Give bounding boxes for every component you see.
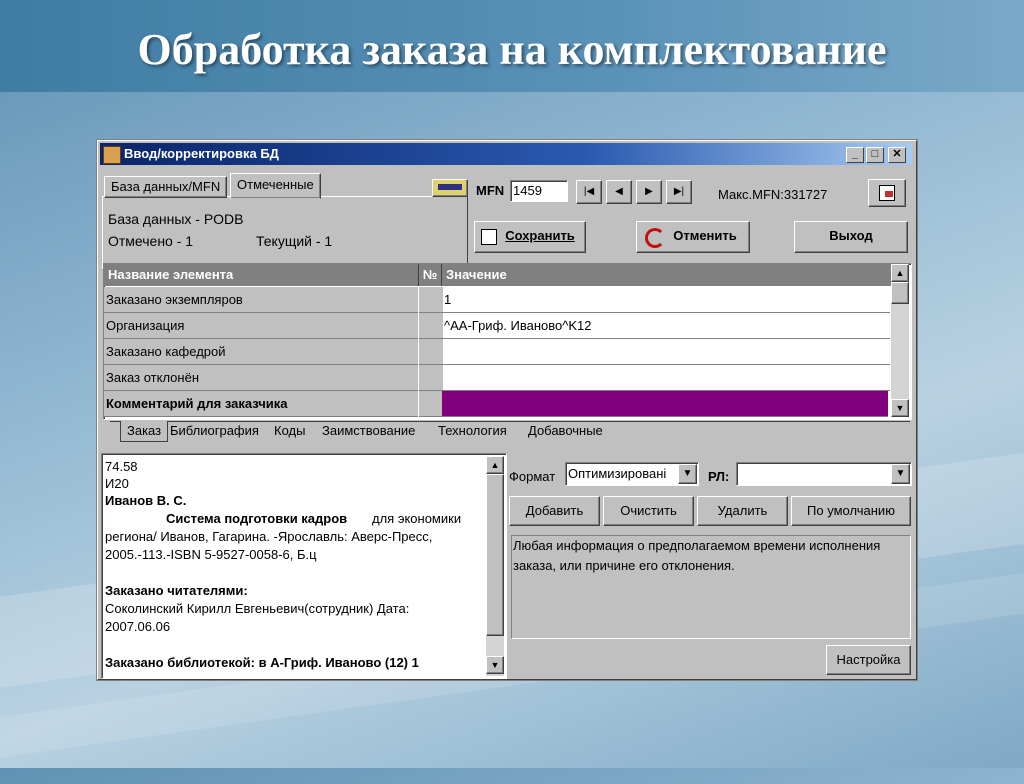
record-line: И20 (105, 476, 129, 491)
grid-row-num (419, 287, 443, 313)
rl-select[interactable]: ▼ (736, 462, 912, 486)
last-record-button[interactable]: ▶| (666, 180, 692, 204)
record-text-pane[interactable]: 74.58 И20 Иванов В. С. Система подготовк… (101, 453, 507, 679)
left-tab-panel: База данных/MFN Отмеченные База данных -… (102, 173, 468, 270)
grid-row-num (419, 391, 443, 417)
mfn-label: MFN (476, 183, 505, 198)
rl-label: РЛ: (708, 469, 730, 484)
format-select[interactable]: Оптимизировані ▼ (565, 462, 699, 486)
grid-scrollbar[interactable]: ▲ ▼ (891, 264, 909, 417)
save-icon (481, 229, 497, 245)
tab-additional[interactable]: Добавочные (528, 421, 603, 441)
close-button[interactable]: ✕ (888, 147, 906, 163)
mfn-input[interactable]: 1459 (510, 180, 568, 202)
help-text-box: Любая информация о предполагаемом времен… (511, 535, 911, 639)
print-icon[interactable] (868, 179, 906, 207)
exit-button[interactable]: Выход (794, 221, 908, 253)
grid-row-name[interactable]: Организация (104, 313, 418, 339)
app-icon (103, 146, 121, 164)
chevron-down-icon[interactable]: ▼ (678, 464, 697, 484)
record-line: 74.58 (105, 459, 138, 474)
grid-header-name[interactable]: Название элемента (104, 264, 419, 286)
delete-button[interactable]: Удалить (697, 496, 788, 526)
scroll-up-icon[interactable]: ▲ (486, 456, 504, 474)
scroll-thumb[interactable] (486, 474, 504, 636)
clear-button[interactable]: Очистить (603, 496, 694, 526)
right-pane: Формат Оптимизировані ▼ РЛ: ▼ Добавить О… (508, 453, 912, 677)
first-record-button[interactable]: |◀ (576, 180, 602, 204)
tab-bibliography[interactable]: Библиография (170, 421, 259, 441)
record-readers-heading: Заказано читателями: (105, 583, 248, 598)
db-edit-window: Ввод/корректировка БД _ □ ✕ База данных/… (97, 140, 917, 680)
help-text-line: заказа, или причине его отклонения. (513, 558, 735, 573)
text-scrollbar[interactable]: ▲ ▼ (486, 456, 504, 676)
grid-row-value[interactable]: ^AА-Гриф. Иваново^K12 (442, 313, 890, 339)
fields-grid: Название элемента № Значение Заказано эк… (103, 263, 912, 420)
grid-header-num[interactable]: № (419, 264, 442, 286)
record-line: для экономики (372, 511, 462, 526)
record-line: 2005.-113.-ISBN 5-9527-0058-6, Б.ц (105, 547, 317, 562)
slide-title: Обработка заказа на комплектование (137, 25, 887, 74)
help-text-line: Любая информация о предполагаемом времен… (513, 538, 881, 553)
prev-record-button[interactable]: ◀ (606, 180, 632, 204)
marked-count: Отмечено - 1 (108, 233, 194, 249)
record-library-order: Заказано библиотекой: в А-Гриф. Иваново … (105, 655, 419, 670)
record-line: 2007.06.06 (105, 619, 171, 634)
settings-button[interactable]: Настройка (826, 645, 911, 675)
max-mfn: Макс.MFN:331727 (718, 187, 828, 202)
tab-marked[interactable]: Отмеченные (230, 173, 321, 199)
grid-row-value[interactable] (442, 365, 890, 391)
tab-borrowing[interactable]: Заимствование (322, 421, 415, 441)
cancel-button[interactable]: Отменить (636, 221, 750, 253)
grid-row-value-selected[interactable] (442, 391, 888, 417)
grid-row-num (419, 313, 443, 339)
tab-technology[interactable]: Технология (438, 421, 507, 441)
scroll-up-icon[interactable]: ▲ (891, 264, 909, 282)
save-button[interactable]: Сохранить (474, 221, 586, 253)
window-titlebar[interactable]: Ввод/корректировка БД _ □ ✕ (100, 143, 912, 165)
maximize-button[interactable]: □ (866, 147, 884, 163)
grid-row-num (419, 365, 443, 391)
database-info: База данных - PODB (108, 211, 244, 227)
grid-row-value[interactable] (442, 339, 890, 365)
chevron-down-icon[interactable]: ▼ (891, 464, 910, 484)
tool-icon[interactable] (432, 179, 468, 197)
tab-database-mfn[interactable]: База данных/MFN (104, 176, 228, 198)
record-title: Система подготовки кадров (166, 511, 348, 526)
record-line: региона/ Иванов, Гагарина. -Ярославль: А… (105, 529, 433, 544)
format-label: Формат (509, 469, 556, 484)
add-button[interactable]: Добавить (509, 496, 600, 526)
scroll-down-icon[interactable]: ▼ (891, 399, 909, 417)
scroll-thumb[interactable] (891, 282, 909, 304)
grid-header-value[interactable]: Значение (442, 264, 892, 286)
grid-row-name[interactable]: Заказано кафедрой (104, 339, 418, 365)
minimize-button[interactable]: _ (846, 147, 864, 163)
undo-icon (645, 228, 665, 248)
grid-row-name[interactable]: Заказано экземпляров (104, 287, 418, 313)
scroll-down-icon[interactable]: ▼ (486, 656, 504, 674)
window-title: Ввод/корректировка БД (124, 146, 279, 161)
current-count: Текущий - 1 (256, 233, 333, 249)
record-tabs: Заказ Библиография Коды Заимствование Те… (110, 421, 910, 443)
default-button[interactable]: По умолчанию (791, 496, 911, 526)
tab-codes[interactable]: Коды (274, 421, 305, 441)
record-line: Соколинский Кирилл Евгеньевич(сотрудник)… (105, 601, 410, 616)
tab-order[interactable]: Заказ (120, 421, 169, 442)
grid-row-num (419, 339, 443, 365)
grid-row-value[interactable]: 1 (442, 287, 890, 313)
record-author: Иванов В. С. (105, 493, 187, 508)
grid-row-name-selected[interactable]: Комментарий для заказчика (104, 391, 418, 417)
grid-row-name[interactable]: Заказ отклонён (104, 365, 418, 391)
next-record-button[interactable]: ▶ (636, 180, 662, 204)
